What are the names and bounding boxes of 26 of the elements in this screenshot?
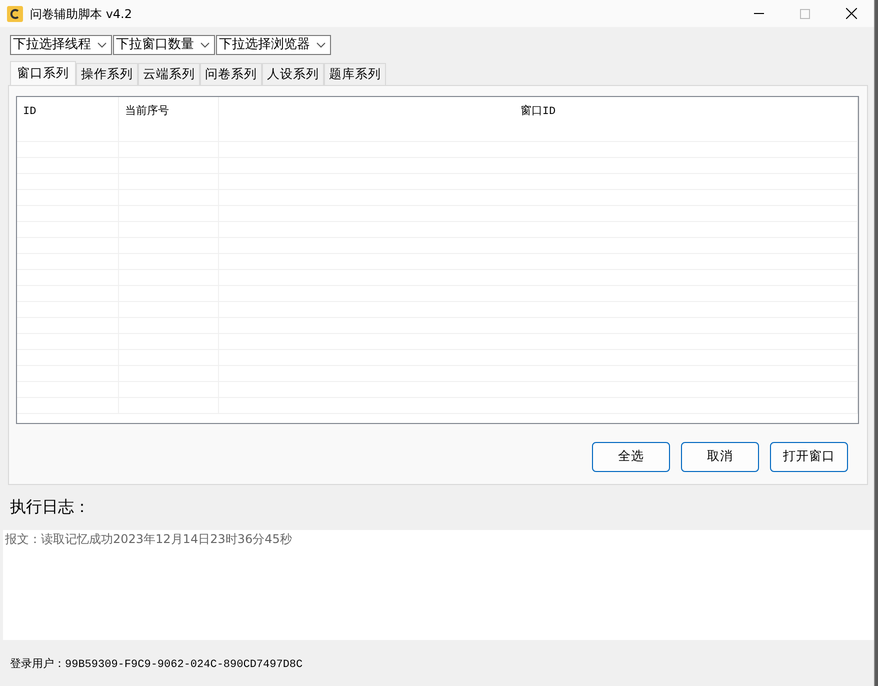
close-icon[interactable] xyxy=(846,8,856,19)
dropdown[interactable]: 下拉选择线程 xyxy=(10,35,112,55)
chevron-down-icon xyxy=(200,42,210,48)
chevron-down-icon xyxy=(316,42,326,48)
action-button[interactable]: 全选 xyxy=(592,442,670,472)
dropdown[interactable]: 下拉选择浏览器 xyxy=(216,35,331,55)
maximize-icon[interactable] xyxy=(800,8,810,18)
tab[interactable]: 问卷系列 xyxy=(200,63,262,85)
tab[interactable]: 操作系列 xyxy=(76,63,138,85)
tab[interactable]: 人设系列 xyxy=(262,63,324,85)
column-header: 窗口ID xyxy=(219,96,858,126)
action-button[interactable]: 打开窗口 xyxy=(770,442,848,472)
action-button[interactable]: 取消 xyxy=(681,442,759,472)
window-title: 问卷辅助脚本 v4.2 xyxy=(30,6,132,22)
column-header: ID xyxy=(17,96,119,126)
app-icon xyxy=(7,6,23,22)
minimize-icon[interactable] xyxy=(754,13,764,14)
log-title: 执行日志： xyxy=(9,496,91,518)
log-line: 报文：读取记忆成功2023年12月14日23时36分45秒 xyxy=(5,530,293,548)
tab[interactable]: 题库系列 xyxy=(324,63,386,85)
chevron-down-icon xyxy=(97,42,107,48)
column-header: 当前序号 xyxy=(119,96,219,126)
tab[interactable]: 云端系列 xyxy=(138,63,200,85)
dropdown[interactable]: 下拉窗口数量 xyxy=(113,35,215,55)
tab[interactable]: 窗口系列 xyxy=(10,61,76,85)
login-user-text: 登录用户：99B59309-F9C9-9062-024C-890CD7497D8C xyxy=(10,658,303,671)
